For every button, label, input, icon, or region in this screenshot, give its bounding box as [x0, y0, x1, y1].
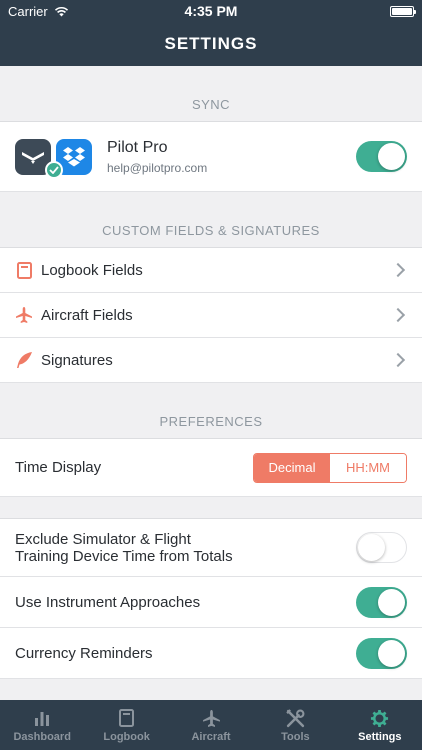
battery-icon	[390, 5, 416, 17]
sync-account-email: help@pilotpro.com	[107, 160, 208, 175]
airplane-icon	[15, 306, 33, 324]
section-header-sync: SYNC	[0, 66, 422, 122]
page-title: SETTINGS	[164, 34, 258, 53]
status-time: 4:35 PM	[184, 3, 238, 19]
sync-check-icon	[45, 160, 63, 179]
tab-dashboard[interactable]: Dashboard	[0, 700, 84, 750]
tab-settings[interactable]: Settings	[338, 700, 422, 750]
time-display-label: Time Display	[15, 459, 102, 476]
logbook-fields-label: Logbook Fields	[41, 261, 143, 279]
time-display-segmented-control[interactable]: Decimal HH:MM	[253, 452, 407, 483]
currency-reminders-row: Currency Reminders	[0, 628, 422, 679]
feather-icon	[15, 351, 33, 369]
book-icon	[15, 261, 33, 279]
chevron-right-icon	[390, 262, 406, 278]
tab-bar: Dashboard Logbook Aircraft Tools Setting…	[0, 700, 422, 750]
tab-tools[interactable]: Tools	[253, 700, 337, 750]
instrument-approaches-row: Use Instrument Approaches	[0, 577, 422, 628]
instrument-approaches-toggle[interactable]	[356, 586, 407, 618]
navigation-bar: SETTINGS	[0, 22, 422, 66]
section-spacer	[0, 497, 422, 519]
gear-icon	[370, 707, 389, 729]
signatures-row[interactable]: Signatures	[0, 338, 422, 383]
bar-chart-icon	[33, 707, 51, 729]
sync-service-title: Pilot Pro	[107, 138, 168, 156]
signatures-label: Signatures	[41, 351, 113, 369]
exclude-simulator-label: Exclude Simulator & Flight Training Devi…	[15, 530, 233, 565]
tab-aircraft[interactable]: Aircraft	[169, 700, 253, 750]
section-header-custom-fields: CUSTOM FIELDS & SIGNATURES	[0, 192, 422, 248]
sync-row[interactable]: Pilot Pro help@pilotpro.com	[0, 122, 422, 192]
currency-reminders-label: Currency Reminders	[15, 644, 153, 662]
chevron-right-icon	[390, 307, 406, 323]
tab-logbook[interactable]: Logbook	[84, 700, 168, 750]
sync-toggle[interactable]	[356, 141, 407, 172]
carrier-label: Carrier	[8, 3, 48, 19]
aircraft-fields-label: Aircraft Fields	[41, 306, 133, 324]
wifi-icon	[54, 6, 68, 16]
airplane-icon	[202, 707, 221, 729]
decimal-option[interactable]: Decimal	[254, 453, 330, 482]
chevron-right-icon	[390, 352, 406, 368]
exclude-simulator-row: Exclude Simulator & Flight Training Devi…	[0, 519, 422, 577]
exclude-simulator-toggle[interactable]	[356, 532, 407, 563]
book-icon	[119, 707, 135, 729]
status-bar: Carrier 4:35 PM	[0, 0, 422, 22]
sync-app-icons	[15, 138, 95, 179]
settings-list[interactable]: SYNC Pilot Pro help@pilotpro.com CUSTOM …	[0, 66, 422, 700]
time-display-row: Time Display Decimal HH:MM	[0, 439, 422, 497]
section-header-preferences: PREFERENCES	[0, 383, 422, 439]
tools-icon	[286, 707, 305, 729]
aircraft-fields-row[interactable]: Aircraft Fields	[0, 293, 422, 338]
instrument-approaches-label: Use Instrument Approaches	[15, 593, 201, 611]
logbook-fields-row[interactable]: Logbook Fields	[0, 248, 422, 293]
hhmm-option[interactable]: HH:MM	[330, 453, 406, 482]
currency-reminders-toggle[interactable]	[356, 637, 407, 669]
